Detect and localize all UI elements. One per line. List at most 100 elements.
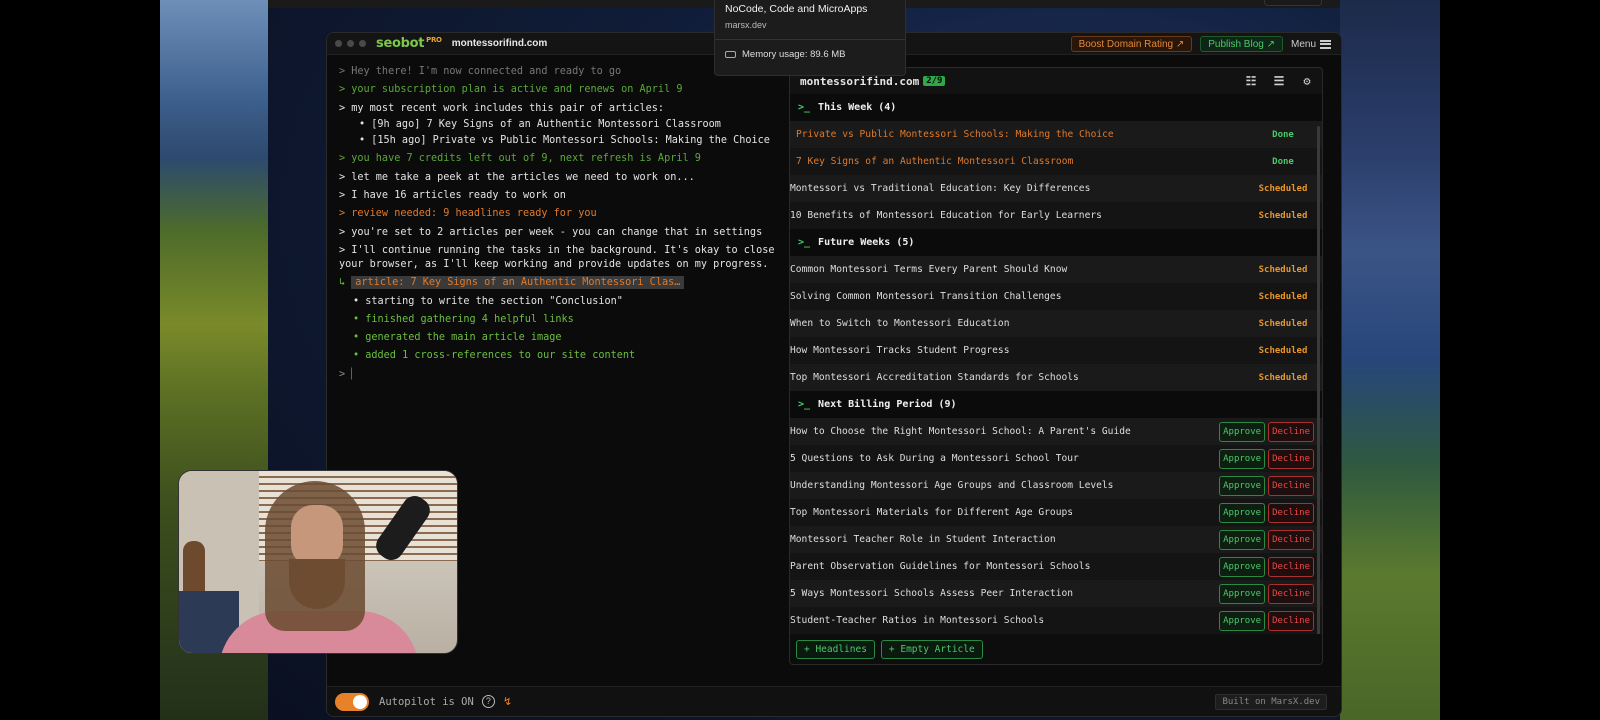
- menu-button[interactable]: Menu: [1291, 39, 1331, 50]
- built-on-link[interactable]: Built on MarsX.dev: [1215, 694, 1327, 710]
- row-actions: Approve Decline: [1219, 583, 1314, 604]
- article-count-badge: 2/9: [923, 76, 946, 86]
- article-title[interactable]: How Montessori Tracks Student Progress: [790, 345, 1244, 356]
- log-line: > Hey there! I'm now connected and ready…: [339, 66, 622, 77]
- section-next-billing: >_ Next Billing Period (9): [790, 391, 1322, 418]
- status-badge: Scheduled: [1258, 372, 1308, 383]
- article-title[interactable]: 7 Key Signs of an Authentic Montessori C…: [790, 156, 1244, 167]
- log-line: > you have 7 credits left out of 9, next…: [339, 153, 701, 165]
- browser-button[interactable]: [1264, 0, 1322, 6]
- decline-button[interactable]: Decline: [1268, 556, 1314, 577]
- add-headlines-button[interactable]: + Headlines: [796, 639, 875, 659]
- article-row[interactable]: 10 Benefits of Montessori Education for …: [790, 202, 1322, 229]
- approve-button[interactable]: Approve: [1219, 529, 1266, 550]
- popover-divider: [715, 39, 905, 40]
- log-line: > your subscription plan is active and r…: [339, 84, 683, 96]
- article-row[interactable]: Private vs Public Montessori Schools: Ma…: [790, 121, 1322, 148]
- gear-icon[interactable]: ⚙: [1300, 74, 1314, 88]
- article-title[interactable]: Top Montessori Accreditation Standards f…: [790, 372, 1244, 383]
- section-title: Future Weeks (5): [818, 237, 915, 248]
- panel-domain: montessorifind.com: [800, 74, 920, 88]
- status-bar: Autopilot is ON ? ↯ Built on MarsX.dev: [327, 686, 1341, 716]
- article-title[interactable]: Common Montessori Terms Every Parent Sho…: [790, 264, 1244, 275]
- article-row[interactable]: How to Choose the Right Montessori Schoo…: [790, 418, 1322, 445]
- activity-icon[interactable]: ↯: [503, 695, 512, 708]
- article-row[interactable]: Parent Observation Guidelines for Montes…: [790, 553, 1322, 580]
- article-title[interactable]: Parent Observation Guidelines for Montes…: [790, 561, 1219, 572]
- section-this-week: >_ This Week (4): [790, 94, 1322, 121]
- desktop-wallpaper-right: [1340, 0, 1440, 720]
- maximize-dot[interactable]: [359, 40, 366, 47]
- article-row[interactable]: Understanding Montessori Age Groups and …: [790, 472, 1322, 499]
- memory-usage: Memory usage: 89.6 MB: [725, 49, 895, 60]
- panel-scrollbar[interactable]: [1317, 126, 1320, 636]
- article-title[interactable]: Private vs Public Montessori Schools: Ma…: [790, 129, 1244, 140]
- memory-text: Memory usage: 89.6 MB: [742, 49, 846, 60]
- status-badge: Scheduled: [1258, 210, 1308, 221]
- article-row[interactable]: Student-Teacher Ratios in Montessori Sch…: [790, 607, 1322, 634]
- command-prompt[interactable]: > ▏: [339, 368, 775, 382]
- log-line: > you're set to 2 articles per week - yo…: [339, 226, 763, 238]
- status-badge: Done: [1272, 129, 1294, 140]
- approve-button[interactable]: Approve: [1219, 610, 1266, 631]
- approve-button[interactable]: Approve: [1219, 448, 1266, 469]
- approve-button[interactable]: Approve: [1219, 502, 1266, 523]
- status-badge: Scheduled: [1258, 318, 1308, 329]
- article-step: • added 1 cross-references to our site c…: [353, 350, 636, 362]
- article-title[interactable]: Understanding Montessori Age Groups and …: [790, 480, 1219, 491]
- publish-blog-button[interactable]: Publish Blog ↗: [1200, 36, 1283, 52]
- article-title[interactable]: How to Choose the Right Montessori Schoo…: [790, 426, 1219, 437]
- article-title[interactable]: When to Switch to Montessori Education: [790, 318, 1244, 329]
- article-title[interactable]: 10 Benefits of Montessori Education for …: [790, 210, 1244, 221]
- approve-button[interactable]: Approve: [1219, 583, 1266, 604]
- article-title[interactable]: Montessori vs Traditional Education: Key…: [790, 183, 1244, 194]
- article-label[interactable]: article: 7 Key Signs of an Authentic Mon…: [351, 276, 685, 290]
- article-row[interactable]: 7 Key Signs of an Authentic Montessori C…: [790, 148, 1322, 175]
- section-title: This Week (4): [818, 102, 897, 113]
- add-empty-article-button[interactable]: + Empty Article: [880, 639, 983, 659]
- article-title[interactable]: 5 Questions to Ask During a Montessori S…: [790, 453, 1219, 464]
- approve-button[interactable]: Approve: [1219, 556, 1266, 577]
- article-row[interactable]: How Montessori Tracks Student Progress Sc…: [790, 337, 1322, 364]
- article-title[interactable]: Solving Common Montessori Transition Cha…: [790, 291, 1244, 302]
- current-article: ↳ article: 7 Key Signs of an Authentic M…: [339, 276, 775, 290]
- decline-button[interactable]: Decline: [1268, 610, 1314, 631]
- article-row[interactable]: Montessori Teacher Role in Student Inter…: [790, 526, 1322, 553]
- row-actions: Approve Decline: [1219, 529, 1314, 550]
- article-row[interactable]: Top Montessori Accreditation Standards f…: [790, 364, 1322, 391]
- article-row[interactable]: Top Montessori Materials for Different A…: [790, 499, 1322, 526]
- decline-button[interactable]: Decline: [1268, 583, 1314, 604]
- decline-button[interactable]: Decline: [1268, 502, 1314, 523]
- site-domain: montessorifind.com: [451, 38, 548, 49]
- article-row[interactable]: When to Switch to Montessori Education Sc…: [790, 310, 1322, 337]
- article-row[interactable]: 5 Questions to Ask During a Montessori S…: [790, 445, 1322, 472]
- article-row[interactable]: Common Montessori Terms Every Parent Sho…: [790, 256, 1322, 283]
- row-actions: Approve Decline: [1219, 502, 1314, 523]
- log-line: > let me take a peek at the articles we …: [339, 171, 695, 183]
- close-dot[interactable]: [335, 40, 342, 47]
- article-title[interactable]: 5 Ways Montessori Schools Assess Peer In…: [790, 588, 1219, 599]
- decline-button[interactable]: Decline: [1268, 475, 1314, 496]
- article-row[interactable]: Montessori vs Traditional Education: Key…: [790, 175, 1322, 202]
- autopilot-toggle[interactable]: [335, 692, 369, 711]
- webcam-person-face: [291, 505, 343, 567]
- decline-button[interactable]: Decline: [1268, 529, 1314, 550]
- article-row[interactable]: 5 Ways Montessori Schools Assess Peer In…: [790, 580, 1322, 607]
- decline-button[interactable]: Decline: [1268, 421, 1314, 442]
- approve-button[interactable]: Approve: [1219, 475, 1266, 496]
- minimize-dot[interactable]: [347, 40, 354, 47]
- app-logo[interactable]: seobot PRO: [376, 36, 442, 51]
- help-icon[interactable]: ?: [481, 695, 495, 708]
- list-filter-icon[interactable]: ☰: [1272, 74, 1286, 88]
- decline-button[interactable]: Decline: [1268, 448, 1314, 469]
- section-title: Next Billing Period (9): [818, 399, 957, 410]
- approve-button[interactable]: Approve: [1219, 421, 1266, 442]
- article-title[interactable]: Montessori Teacher Role in Student Inter…: [790, 534, 1219, 545]
- article-title[interactable]: Top Montessori Materials for Different A…: [790, 507, 1219, 518]
- article-title[interactable]: Student-Teacher Ratios in Montessori Sch…: [790, 615, 1219, 626]
- log-line: > my most recent work includes this pair…: [339, 102, 665, 114]
- boost-domain-rating-button[interactable]: Boost Domain Rating ↗: [1070, 36, 1193, 52]
- article-row[interactable]: Solving Common Montessori Transition Cha…: [790, 283, 1322, 310]
- sitemap-icon[interactable]: ☷: [1244, 74, 1258, 88]
- article-schedule-panel: montessorifind.com 2/9 ☷ ☰ ⚙ >_ This Week…: [789, 67, 1323, 665]
